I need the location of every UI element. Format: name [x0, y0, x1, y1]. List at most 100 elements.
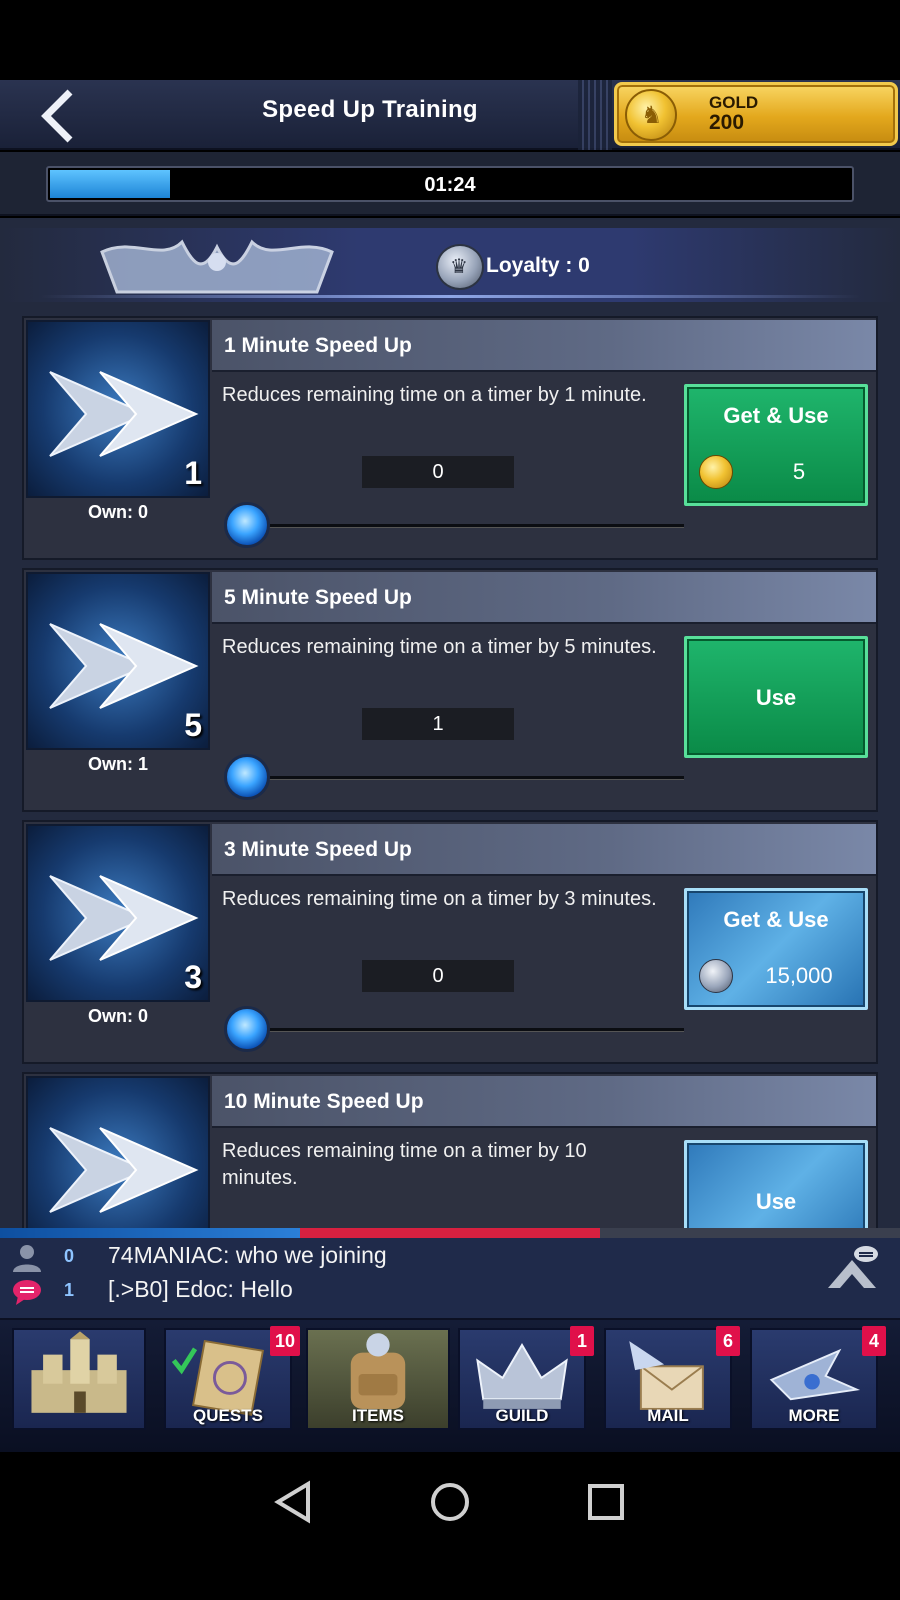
item-thumbnail: 5 — [26, 572, 210, 750]
gold-balance[interactable]: ♞ GOLD 200 — [614, 82, 898, 146]
quantity-slider-track[interactable] — [242, 524, 684, 528]
chat-tab-indicator — [0, 1228, 900, 1238]
double-arrow-icon — [49, 875, 199, 961]
home-circle-icon[interactable] — [420, 1472, 480, 1532]
back-triangle-icon[interactable] — [264, 1472, 324, 1532]
header-divider — [578, 80, 612, 150]
notification-badge: 6 — [716, 1326, 740, 1356]
header: Speed Up Training ♞ GOLD 200 — [0, 80, 900, 150]
gold-value: 200 — [709, 111, 745, 134]
nav-castle[interactable] — [12, 1328, 146, 1430]
recent-apps-square-icon[interactable] — [576, 1472, 636, 1532]
training-timer: 01:24 — [0, 152, 900, 216]
speedup-item-card: 5 Own: 1 5 Minute Speed Up Reduces remai… — [22, 568, 878, 812]
quantity-field[interactable]: 0 — [362, 960, 514, 992]
button-cost: 5 — [792, 459, 806, 484]
double-arrow-icon — [49, 1127, 199, 1213]
speedup-item-card: 3 Own: 0 3 Minute Speed Up Reduces remai… — [22, 820, 878, 1064]
nav-label: MAIL — [647, 1406, 689, 1425]
nav-items[interactable]: ITEMS — [306, 1328, 450, 1430]
chat-tab-indicator-red — [300, 1228, 600, 1238]
status-bar-area — [0, 0, 900, 80]
system-navigation-bar — [0, 1452, 900, 1600]
castle-icon — [31, 1331, 127, 1413]
item-title-bar: 1 Minute Speed Up — [212, 320, 876, 372]
notification-badge: 10 — [269, 1326, 300, 1356]
item-title: 3 Minute Speed Up — [224, 838, 412, 861]
item-description: Reduces remaining time on a timer by 1 m… — [222, 384, 647, 406]
quantity-field[interactable]: 1 — [362, 708, 514, 740]
nav-more[interactable]: MORE 4 — [750, 1326, 886, 1430]
chat-tab-indicator-blue — [0, 1228, 300, 1238]
chat-count: 1 — [64, 1280, 75, 1300]
button-cost: 15,000 — [765, 963, 833, 988]
button-label: Get & Use — [723, 403, 829, 428]
chat-message-row[interactable]: 0 74MANIAC: who we joining — [10, 1242, 830, 1274]
item-title: 10 Minute Speed Up — [224, 1090, 424, 1113]
item-title: 5 Minute Speed Up — [224, 586, 412, 609]
speedup-item-card: 1 Own: 0 1 Minute Speed Up Reduces remai… — [22, 316, 878, 560]
button-label: Use — [755, 1189, 797, 1214]
speedup-item-card: 10 Minute Speed Up Reduces remaining tim… — [22, 1072, 878, 1230]
nav-label: MORE — [788, 1406, 840, 1425]
nav-quests[interactable]: QUESTS 10 — [164, 1326, 300, 1430]
chat-message: 74MANIAC: who we joining — [108, 1242, 387, 1268]
item-thumbnail-number: 3 — [184, 959, 202, 995]
quantity-slider-track[interactable] — [242, 776, 684, 780]
loyalty-coin-icon — [699, 959, 733, 993]
get-and-use-button[interactable]: Get & Use 15,000 — [684, 888, 868, 1010]
owned-count: Own: 1 — [87, 754, 148, 774]
loyalty-banner: ♛ Loyalty : 0 — [0, 228, 900, 302]
bottom-navigation: QUESTS 10 ITEMS GUILD 1 MAIL 6 MORE 4 — [0, 1320, 900, 1452]
back-button[interactable] — [28, 88, 88, 144]
speedup-list[interactable]: ♛ Loyalty : 0 1 Own: 0 1 Minute Speed Up… — [0, 218, 900, 1230]
nav-label: ITEMS — [352, 1406, 404, 1425]
item-thumbnail-number: 1 — [184, 455, 202, 491]
item-title-bar: 10 Minute Speed Up — [212, 1076, 876, 1128]
item-thumbnail: 1 — [26, 320, 210, 498]
owned-count: Own: 0 — [87, 502, 148, 522]
loyalty-coin-icon: ♛ — [436, 244, 484, 290]
double-arrow-icon — [49, 371, 199, 457]
chat-message-row[interactable]: 1 [.>B0] Edoc: Hello — [10, 1276, 830, 1308]
item-description: Reduces remaining time on a timer by 10 … — [222, 1140, 587, 1189]
chat-expand-icon[interactable] — [824, 1244, 880, 1292]
timer-progress-bar: 01:24 — [46, 166, 854, 202]
item-description: Reduces remaining time on a timer by 3 m… — [222, 888, 657, 910]
quantity-slider-track[interactable] — [242, 1028, 684, 1032]
gold-coin-icon: ♞ — [625, 89, 677, 141]
button-label: Use — [755, 685, 797, 710]
quantity-slider-handle[interactable] — [224, 1006, 270, 1052]
page-title: Speed Up Training — [262, 96, 478, 123]
timer-text: 01:24 — [424, 174, 476, 196]
chat-message: [.>B0] Edoc: Hello — [108, 1276, 293, 1302]
get-and-use-button[interactable]: Get & Use 5 — [684, 384, 868, 506]
loyalty-text: Loyalty : 0 — [486, 254, 590, 277]
person-icon — [13, 1245, 41, 1272]
crown-ornament-icon — [100, 239, 334, 294]
nav-label: QUESTS — [193, 1406, 263, 1425]
use-button[interactable]: Use — [684, 1140, 868, 1230]
item-thumbnail-number: 5 — [184, 707, 202, 743]
owned-count: Own: 0 — [87, 1006, 148, 1026]
gold-coin-icon — [699, 455, 733, 489]
double-arrow-icon — [49, 623, 199, 709]
nav-mail[interactable]: MAIL 6 — [604, 1326, 740, 1430]
nav-label: GUILD — [495, 1406, 549, 1425]
use-button[interactable]: Use — [684, 636, 868, 758]
item-title-bar: 3 Minute Speed Up — [212, 824, 876, 876]
item-description: Reduces remaining time on a timer by 5 m… — [222, 636, 657, 658]
quantity-slider-handle[interactable] — [224, 502, 270, 548]
quantity-field[interactable]: 0 — [362, 456, 514, 488]
quantity-slider-handle[interactable] — [224, 754, 270, 800]
chat-bubble-icon — [13, 1280, 41, 1305]
notification-badge: 4 — [862, 1326, 886, 1356]
gold-label: GOLD — [709, 93, 759, 112]
notification-badge: 1 — [570, 1326, 594, 1356]
item-thumbnail: 3 — [26, 824, 210, 1002]
nav-guild[interactable]: GUILD 1 — [458, 1326, 594, 1430]
item-thumbnail — [26, 1076, 210, 1230]
chevron-left-icon — [41, 89, 73, 143]
chat-panel[interactable]: 0 74MANIAC: who we joining 1 [.>B0] Edoc… — [0, 1238, 900, 1320]
chat-count: 0 — [64, 1246, 75, 1266]
